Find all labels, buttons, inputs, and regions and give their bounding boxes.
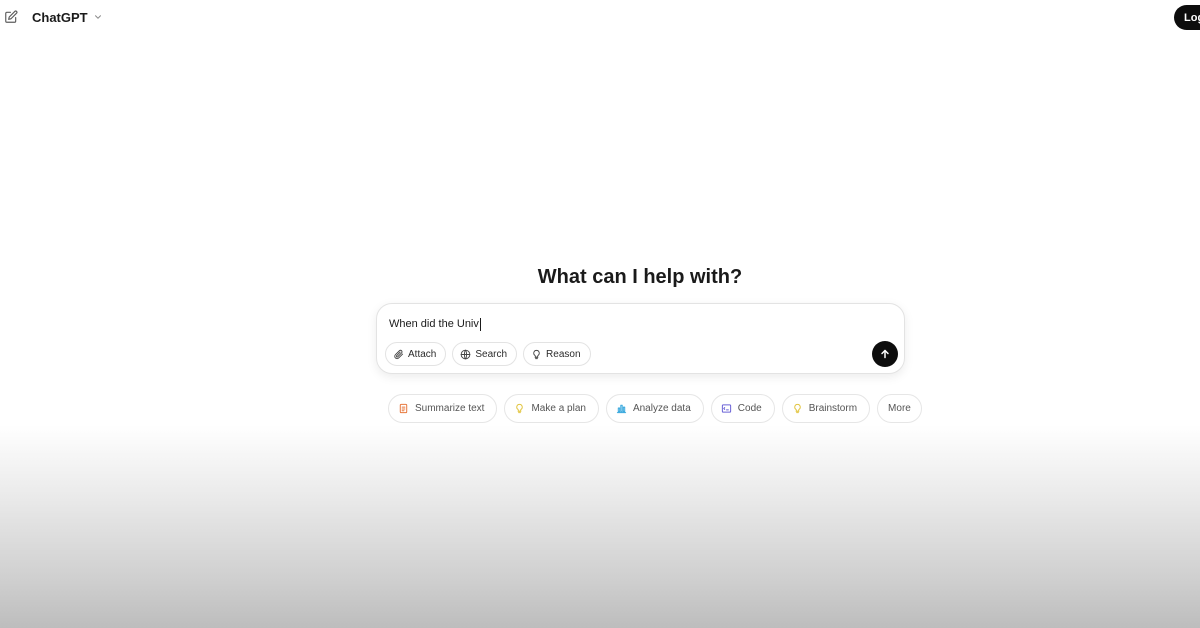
chevron-down-icon <box>94 15 101 19</box>
paperclip-icon <box>394 349 404 359</box>
prompt-input[interactable]: When did the Univ <box>389 315 859 333</box>
globe-icon <box>461 349 471 359</box>
chip-make-a-plan[interactable]: Make a plan <box>504 394 599 423</box>
lightbulb-icon <box>793 403 801 414</box>
attach-button[interactable]: Attach <box>385 342 447 366</box>
page-title: What can I help with? <box>537 266 743 288</box>
reason-button[interactable]: Reason <box>523 342 591 366</box>
prompt-input-value: When did the Univ <box>389 318 479 330</box>
suggestion-chips: Summarize text Make a plan Analyze data … <box>388 394 922 423</box>
search-button[interactable]: Search <box>452 342 518 366</box>
top-bar: ChatGPT Log in <box>0 0 1200 34</box>
composer-tools: Attach Search Reason <box>385 342 591 366</box>
arrow-up-icon <box>881 349 889 359</box>
model-name: ChatGPT <box>32 9 88 25</box>
bar-chart-icon <box>616 404 627 414</box>
chip-label: Brainstorm <box>808 403 858 414</box>
lightbulb-icon <box>533 349 540 359</box>
reason-label: Reason <box>546 348 581 360</box>
model-switcher[interactable]: ChatGPT <box>32 8 103 26</box>
document-icon <box>399 403 408 414</box>
chip-label: Analyze data <box>632 403 691 414</box>
attach-label: Attach <box>408 348 437 360</box>
prompt-composer: When did the Univ Attach Search Reason <box>376 303 905 374</box>
text-caret <box>479 317 481 331</box>
new-chat-button[interactable] <box>2 8 20 26</box>
chip-label: Summarize text <box>415 403 485 414</box>
login-button[interactable]: Log in <box>1174 5 1200 30</box>
code-icon <box>721 404 731 413</box>
pencil-square-icon <box>5 10 18 23</box>
chip-brainstorm[interactable]: Brainstorm <box>781 394 871 423</box>
lightbulb-icon <box>516 403 524 414</box>
chip-summarize-text[interactable]: Summarize text <box>388 394 498 423</box>
search-label: Search <box>475 348 508 360</box>
chip-more[interactable]: More <box>877 394 922 423</box>
send-button[interactable] <box>872 341 898 367</box>
chip-code[interactable]: Code <box>710 394 775 423</box>
chip-label: Make a plan <box>531 403 586 414</box>
chip-label: More <box>888 403 911 414</box>
chip-label: Code <box>737 403 762 414</box>
chip-analyze-data[interactable]: Analyze data <box>605 394 704 423</box>
